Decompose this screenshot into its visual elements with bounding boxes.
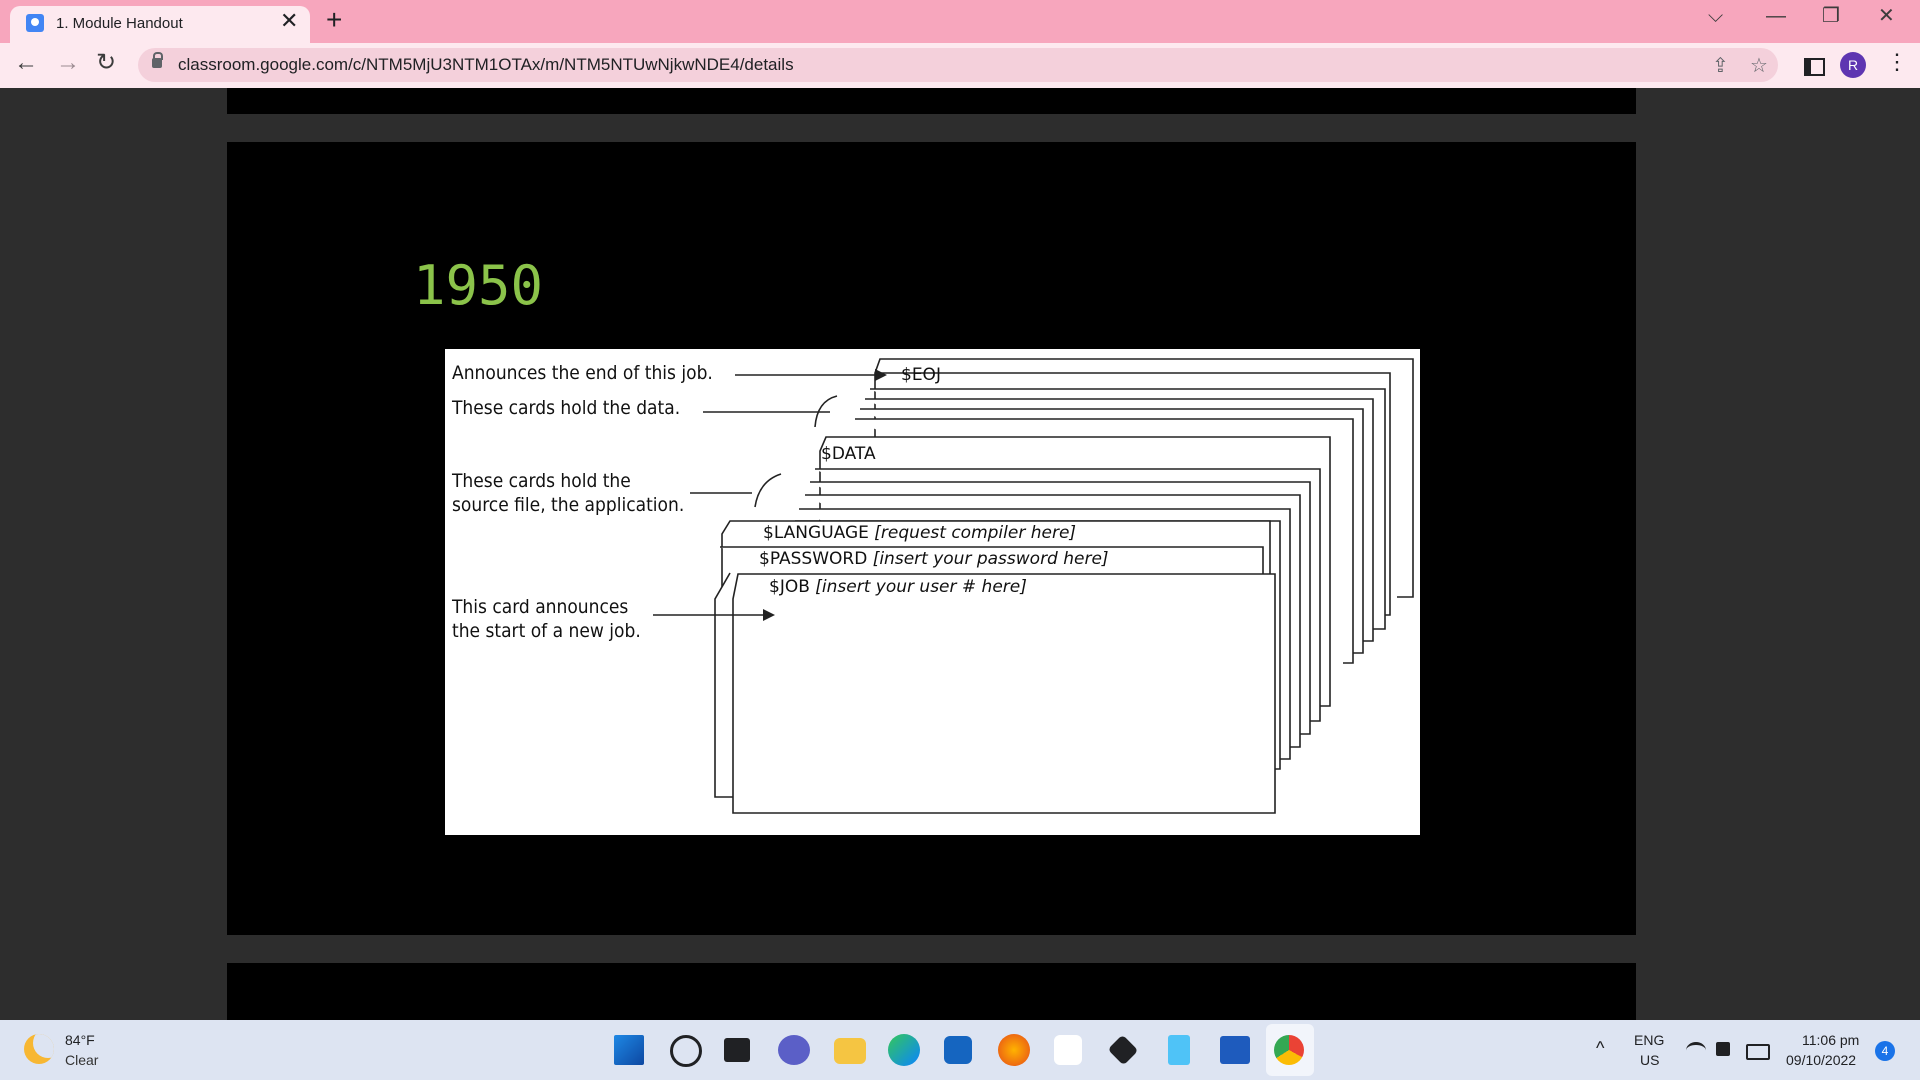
address-bar[interactable]: classroom.google.com/c/NTM5MjU3NTM1OTAx/… bbox=[138, 48, 1778, 82]
weather-condition[interactable]: Clear bbox=[65, 1052, 98, 1068]
volume-icon[interactable] bbox=[1716, 1042, 1730, 1056]
battery-icon[interactable] bbox=[1746, 1044, 1770, 1060]
menu-icon[interactable]: ⋮ bbox=[1886, 51, 1908, 73]
language-indicator-line2[interactable]: US bbox=[1640, 1052, 1659, 1068]
tab-close-icon[interactable]: ✕ bbox=[280, 10, 298, 32]
new-tab-button[interactable]: + bbox=[326, 6, 342, 34]
slide-image: 1950 Announces the end of this job. Thes… bbox=[227, 142, 1636, 935]
back-icon[interactable]: ← bbox=[14, 51, 38, 75]
page-content: 1950 Announces the end of this job. Thes… bbox=[0, 88, 1920, 1023]
dropbox-icon[interactable] bbox=[1107, 1034, 1139, 1066]
reload-icon[interactable]: ↻ bbox=[96, 51, 116, 75]
restore-button[interactable]: ❐ bbox=[1822, 6, 1840, 26]
store-icon[interactable] bbox=[944, 1036, 972, 1064]
taskbar: 84°F Clear ^ ENG US 11:06 pm 09/10/2022 … bbox=[0, 1020, 1920, 1080]
file-explorer-icon[interactable] bbox=[834, 1038, 866, 1064]
chrome-icon[interactable] bbox=[1274, 1035, 1304, 1065]
data-cards-label: These cards hold the data. bbox=[452, 397, 681, 419]
start-card-label-line2: the start of a new job. bbox=[452, 620, 641, 642]
eoj-card-text: $EOJ bbox=[901, 365, 941, 385]
minimize-button[interactable]: — bbox=[1766, 6, 1786, 26]
header-strip bbox=[227, 88, 1636, 114]
share-icon[interactable]: ⇪ bbox=[1712, 53, 1729, 78]
task-view-icon[interactable] bbox=[724, 1038, 750, 1062]
side-panel-icon[interactable] bbox=[1804, 58, 1825, 76]
tab-search-icon[interactable]: ⌵ bbox=[1708, 6, 1723, 26]
search-icon[interactable] bbox=[670, 1035, 702, 1067]
tab-title: 1. Module Handout bbox=[56, 15, 183, 32]
lock-icon[interactable] bbox=[152, 52, 163, 68]
tab-strip: 1. Module Handout ✕ + ⌵ — ❐ ✕ bbox=[0, 0, 1920, 43]
classroom-favicon-icon bbox=[26, 14, 44, 32]
moon-weather-icon[interactable] bbox=[24, 1034, 54, 1064]
browser-toolbar: ← → ↻ classroom.google.com/c/NTM5MjU3NTM… bbox=[0, 43, 1920, 88]
close-window-button[interactable]: ✕ bbox=[1878, 6, 1895, 26]
next-slide-preview bbox=[227, 963, 1636, 1023]
password-card-text: $PASSWORD [insert your password here] bbox=[759, 549, 1109, 569]
amazon-icon[interactable] bbox=[1054, 1035, 1082, 1065]
notepad-icon[interactable] bbox=[1168, 1035, 1190, 1065]
forward-icon[interactable]: → bbox=[56, 51, 80, 75]
edge-icon[interactable] bbox=[888, 1034, 920, 1066]
start-card-label-line1: This card announces bbox=[452, 596, 629, 618]
slide-year: 1950 bbox=[413, 254, 544, 317]
url-text[interactable]: classroom.google.com/c/NTM5MjU3NTM1OTAx/… bbox=[178, 55, 794, 75]
job-control-cards-diagram: Announces the end of this job. These car… bbox=[445, 349, 1420, 835]
bookmark-star-icon[interactable]: ☆ bbox=[1750, 53, 1768, 78]
notification-badge[interactable]: 4 bbox=[1875, 1041, 1895, 1061]
profile-avatar[interactable]: R bbox=[1840, 52, 1866, 78]
browser-tab[interactable]: 1. Module Handout ✕ bbox=[10, 6, 310, 43]
clock-time[interactable]: 11:06 pm bbox=[1802, 1032, 1859, 1048]
weather-temperature[interactable]: 84°F bbox=[65, 1032, 95, 1048]
job-card-text: $JOB [insert your user # here] bbox=[769, 577, 1027, 597]
firefox-icon[interactable] bbox=[998, 1034, 1030, 1066]
word-icon[interactable] bbox=[1220, 1036, 1250, 1064]
start-icon[interactable] bbox=[614, 1035, 644, 1065]
teams-chat-icon[interactable] bbox=[778, 1035, 810, 1065]
language-card-text: $LANGUAGE [request compiler here] bbox=[763, 523, 1077, 543]
source-cards-label-line1: These cards hold the bbox=[452, 470, 631, 492]
source-cards-label-line2: source file, the application. bbox=[452, 494, 685, 516]
tray-chevron-icon[interactable]: ^ bbox=[1596, 1038, 1604, 1059]
language-indicator-line1[interactable]: ENG bbox=[1634, 1032, 1664, 1048]
eoj-label: Announces the end of this job. bbox=[452, 362, 713, 384]
data-card-text: $DATA bbox=[821, 444, 876, 464]
wifi-icon[interactable] bbox=[1686, 1042, 1706, 1059]
clock-date[interactable]: 09/10/2022 bbox=[1786, 1052, 1856, 1068]
